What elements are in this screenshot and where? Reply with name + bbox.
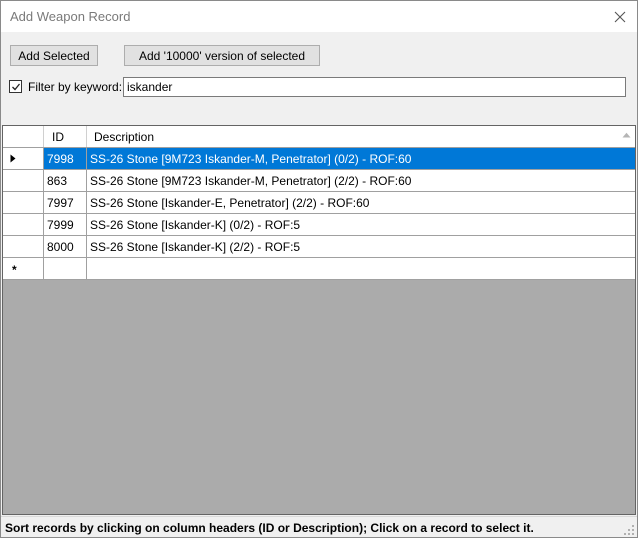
column-header-id-label: ID: [52, 130, 64, 144]
cell-id[interactable]: 863: [44, 170, 87, 191]
checkmark-icon: [11, 83, 20, 90]
sort-ascending-icon: [622, 132, 631, 138]
cell-description[interactable]: SS-26 Stone [Iskander-E, Penetrator] (2/…: [87, 192, 635, 213]
row-header-corner[interactable]: [3, 126, 44, 147]
cell-description[interactable]: SS-26 Stone [9M723 Iskander-M, Penetrato…: [87, 170, 635, 191]
cell-description[interactable]: SS-26 Stone [9M723 Iskander-M, Penetrato…: [87, 148, 635, 169]
table-row[interactable]: 8000 SS-26 Stone [Iskander-K] (2/2) - RO…: [3, 236, 635, 258]
row-header[interactable]: [3, 148, 44, 169]
close-icon: [614, 11, 626, 22]
column-header-id[interactable]: ID: [44, 126, 87, 147]
row-header[interactable]: [3, 170, 44, 191]
keyword-input[interactable]: iskander: [123, 77, 626, 97]
weapon-records-grid[interactable]: ID Description 7998 SS-26 Stone [9M723 I…: [2, 125, 636, 515]
cell-id[interactable]: 7998: [44, 148, 87, 169]
new-row-marker: *: [12, 263, 17, 277]
cell-description[interactable]: SS-26 Stone [Iskander-K] (2/2) - ROF:5: [87, 236, 635, 257]
table-row[interactable]: 7997 SS-26 Stone [Iskander-E, Penetrator…: [3, 192, 635, 214]
cell-id[interactable]: 7997: [44, 192, 87, 213]
new-record-row[interactable]: *: [3, 258, 635, 280]
window-title: Add Weapon Record: [10, 9, 131, 24]
current-row-indicator-icon: [10, 154, 16, 163]
add-weapon-record-window: Add Weapon Record Add Selected Add '1000…: [0, 0, 638, 538]
cell-id[interactable]: 7999: [44, 214, 87, 235]
close-button[interactable]: [603, 1, 637, 32]
column-header-description[interactable]: Description: [87, 126, 635, 147]
row-header[interactable]: [3, 192, 44, 213]
add-selected-button[interactable]: Add Selected: [10, 45, 98, 66]
status-bar: Sort records by clicking on column heade…: [1, 516, 637, 537]
cell-id[interactable]: 8000: [44, 236, 87, 257]
grid-header: ID Description: [3, 126, 635, 148]
cell-description[interactable]: SS-26 Stone [Iskander-K] (0/2) - ROF:5: [87, 214, 635, 235]
table-row[interactable]: 7998 SS-26 Stone [9M723 Iskander-M, Pene…: [3, 148, 635, 170]
cell-id[interactable]: [44, 258, 87, 279]
filter-by-keyword-label: Filter by keyword:: [28, 80, 123, 94]
column-header-description-label: Description: [94, 130, 155, 144]
table-row[interactable]: 863 SS-26 Stone [9M723 Iskander-M, Penet…: [3, 170, 635, 192]
cell-description[interactable]: [87, 258, 635, 279]
row-header[interactable]: *: [3, 258, 44, 279]
status-text: Sort records by clicking on column heade…: [5, 521, 534, 535]
title-bar: Add Weapon Record: [1, 1, 637, 32]
resize-grip-icon[interactable]: [623, 524, 635, 536]
filter-by-keyword-checkbox[interactable]: [9, 80, 22, 93]
add-10000-version-button[interactable]: Add '10000' version of selected: [124, 45, 320, 66]
table-row[interactable]: 7999 SS-26 Stone [Iskander-K] (0/2) - RO…: [3, 214, 635, 236]
row-header[interactable]: [3, 214, 44, 235]
row-header[interactable]: [3, 236, 44, 257]
